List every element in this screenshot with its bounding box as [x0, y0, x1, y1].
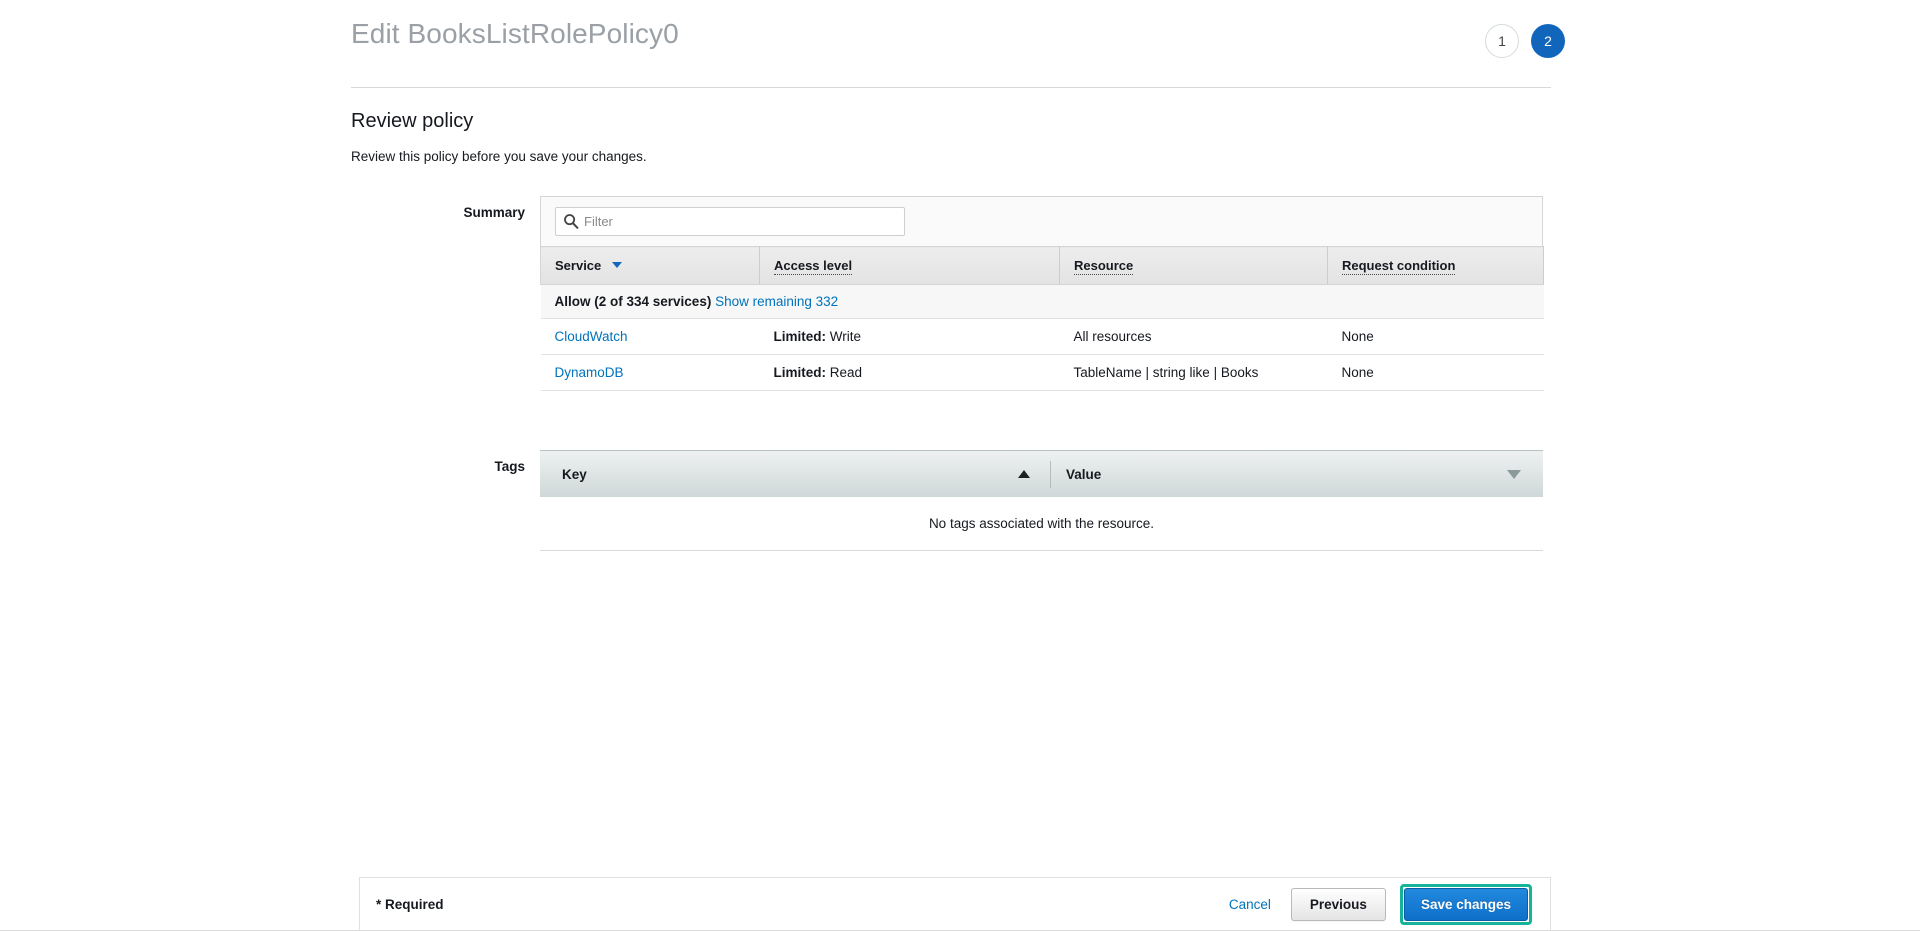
table-row: DynamoDB Limited: Read TableName | strin…	[540, 354, 1544, 391]
cancel-button[interactable]: Cancel	[1223, 893, 1277, 916]
column-header-value[interactable]: Value	[1050, 467, 1101, 482]
cell-request-condition: None	[1327, 318, 1544, 355]
filter-input[interactable]: Filter	[555, 207, 905, 236]
column-header-request-condition-label: Request condition	[1342, 258, 1456, 275]
page-title: Edit BooksListRolePolicy0	[351, 18, 679, 49]
column-header-resource-label: Resource	[1074, 258, 1134, 275]
cell-service: CloudWatch	[540, 318, 760, 355]
save-button-focus-ring: Save changes	[1399, 884, 1532, 925]
column-header-value-label: Value	[1066, 466, 1102, 482]
save-changes-button[interactable]: Save changes	[1403, 888, 1528, 921]
section-title: Review policy	[351, 110, 474, 132]
cell-resource: All resources	[1059, 318, 1328, 355]
access-level-value: Write	[829, 329, 862, 344]
service-link-dynamodb[interactable]: DynamoDB	[555, 365, 624, 380]
access-level-prefix: Limited:	[773, 365, 827, 380]
chevron-down-icon	[611, 262, 622, 268]
cell-service: DynamoDB	[540, 354, 760, 391]
tags-label: Tags	[494, 459, 525, 474]
chevron-down-icon[interactable]	[1507, 470, 1521, 479]
tags-table-header-row: Key Value	[540, 450, 1543, 497]
column-header-access-level-label: Access level	[774, 258, 853, 275]
previous-button[interactable]: Previous	[1290, 888, 1386, 921]
column-header-service[interactable]: Service	[540, 246, 760, 285]
access-level-value: Read	[829, 365, 863, 380]
table-row: CloudWatch Limited: Write All resources …	[540, 318, 1544, 355]
sort-ascending-icon[interactable]	[1018, 470, 1030, 478]
wizard-step-1-label: 1	[1498, 33, 1506, 49]
service-link-cloudwatch[interactable]: CloudWatch	[555, 329, 628, 344]
policy-review-page: Edit BooksListRolePolicy0 1 2 Review pol…	[0, 0, 1920, 931]
search-icon	[563, 213, 579, 230]
wizard-step-2[interactable]: 2	[1531, 24, 1565, 58]
required-note: * Required	[376, 897, 444, 912]
filter-placeholder: Filter	[584, 214, 613, 229]
wizard-step-indicator: 1 2	[1485, 24, 1565, 58]
wizard-step-2-label: 2	[1544, 33, 1552, 49]
cell-resource: TableName | string like | Books	[1059, 354, 1328, 391]
footer-action-bar: * Required Cancel Previous Save changes	[359, 877, 1551, 931]
summary-panel: Filter Service Access level Resource Req…	[540, 196, 1544, 391]
column-header-request-condition[interactable]: Request condition	[1327, 246, 1544, 285]
column-header-key[interactable]: Key	[540, 467, 1050, 482]
summary-label: Summary	[463, 205, 525, 220]
column-header-access-level[interactable]: Access level	[759, 246, 1060, 285]
summary-group-cell: Allow (2 of 334 services) Show remaining…	[540, 284, 1544, 319]
footer-buttons: Cancel Previous Save changes	[1223, 884, 1532, 925]
summary-table-header-row: Service Access level Resource Request co…	[540, 246, 1544, 285]
summary-table: Service Access level Resource Request co…	[540, 246, 1544, 391]
show-remaining-link[interactable]: Show remaining 332	[715, 294, 838, 309]
summary-group-row: Allow (2 of 334 services) Show remaining…	[540, 284, 1544, 319]
page-header: Edit BooksListRolePolicy0 1 2	[0, 0, 1920, 90]
column-divider	[1050, 461, 1051, 488]
summary-filter-bar: Filter	[540, 196, 1543, 246]
column-header-key-label: Key	[562, 466, 587, 482]
column-header-service-label: Service	[555, 258, 602, 273]
header-divider	[351, 87, 1551, 88]
section-subtitle: Review this policy before you save your …	[351, 149, 647, 164]
access-level-prefix: Limited:	[773, 329, 827, 344]
tags-panel: Key Value No tags associated with the re…	[540, 450, 1543, 551]
cell-request-condition: None	[1327, 354, 1544, 391]
column-header-resource[interactable]: Resource	[1059, 246, 1328, 285]
cell-access-level: Limited: Read	[759, 354, 1060, 391]
wizard-step-1[interactable]: 1	[1485, 24, 1519, 58]
cell-access-level: Limited: Write	[759, 318, 1060, 355]
tags-empty-message: No tags associated with the resource.	[540, 497, 1543, 551]
summary-group-text: Allow (2 of 334 services)	[554, 294, 712, 309]
